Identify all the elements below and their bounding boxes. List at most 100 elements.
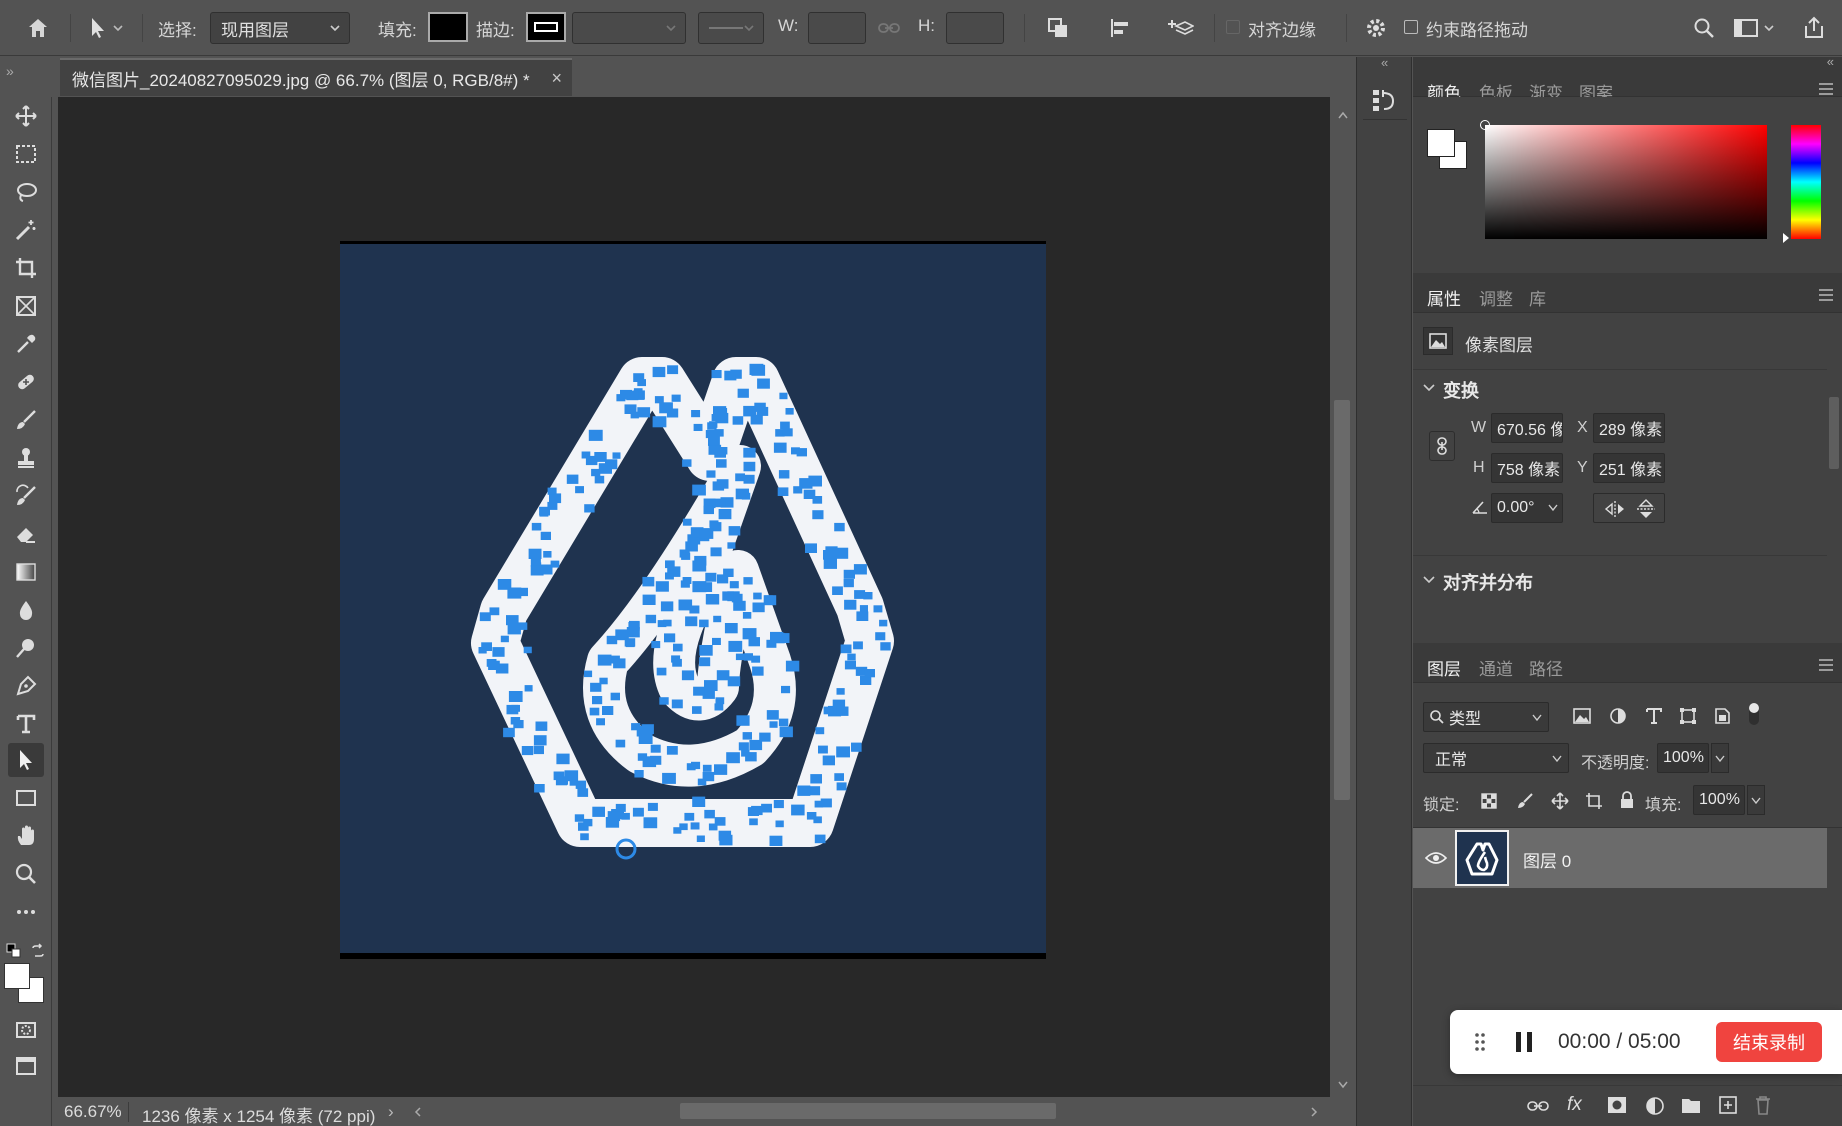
- anchor-point[interactable]: [506, 615, 519, 626]
- anchor-point[interactable]: [851, 743, 862, 752]
- anchor-point[interactable]: [699, 619, 709, 628]
- anchor-point[interactable]: [510, 717, 521, 725]
- anchor-point[interactable]: [853, 641, 863, 650]
- anchor-point[interactable]: [722, 591, 734, 601]
- anchor-point[interactable]: [715, 498, 726, 508]
- anchor-point[interactable]: [610, 655, 620, 664]
- anchor-point[interactable]: [766, 710, 779, 720]
- anchor-point[interactable]: [699, 645, 713, 656]
- w-field[interactable]: 670.56 像素: [1491, 413, 1563, 443]
- anchor-point[interactable]: [853, 564, 867, 575]
- anchor-point[interactable]: [588, 429, 603, 441]
- anchor-point[interactable]: [843, 578, 854, 588]
- anchor-point[interactable]: [847, 653, 856, 661]
- tab-adjustments[interactable]: 调整: [1479, 285, 1513, 310]
- opacity-field[interactable]: 100%: [1657, 743, 1709, 773]
- anchor-point[interactable]: [716, 670, 730, 681]
- blur-tool-icon[interactable]: [8, 593, 44, 627]
- zoom-tool-icon[interactable]: [8, 857, 44, 891]
- filter-smart-object-icon[interactable]: [1713, 707, 1731, 725]
- chevron-right-icon[interactable]: [1310, 1107, 1318, 1117]
- anchor-point[interactable]: [726, 752, 740, 764]
- anchor-point[interactable]: [592, 806, 605, 817]
- anchor-point[interactable]: [547, 501, 558, 510]
- anchor-point[interactable]: [778, 718, 789, 727]
- anchor-point[interactable]: [666, 408, 679, 418]
- anchor-point[interactable]: [710, 547, 722, 557]
- anchor-point[interactable]: [773, 800, 784, 809]
- anchor-point[interactable]: [778, 470, 790, 479]
- anchor-point[interactable]: [705, 572, 717, 582]
- anchor-point[interactable]: [605, 459, 618, 470]
- anchor-point[interactable]: [550, 560, 560, 568]
- logo-artwork[interactable]: [340, 241, 1046, 959]
- anchor-point[interactable]: [724, 623, 738, 634]
- anchor-point[interactable]: [489, 607, 500, 616]
- anchor-point[interactable]: [864, 669, 875, 678]
- anchor-point[interactable]: [743, 461, 756, 472]
- anchor-point[interactable]: [713, 406, 727, 417]
- anchor-point[interactable]: [479, 612, 491, 622]
- anchor-point[interactable]: [511, 704, 520, 712]
- anchor-point[interactable]: [637, 407, 651, 418]
- anchor-point[interactable]: [584, 670, 593, 678]
- chevron-down-icon[interactable]: [1338, 1081, 1348, 1089]
- anchor-point[interactable]: [738, 742, 749, 751]
- anchor-point[interactable]: [785, 408, 794, 415]
- anchor-point[interactable]: [823, 706, 834, 715]
- quick-mask-icon[interactable]: [8, 1013, 44, 1047]
- anchor-point[interactable]: [534, 784, 545, 793]
- anchor-point[interactable]: [652, 366, 666, 378]
- link-layers-icon[interactable]: [1527, 1100, 1549, 1112]
- lasso-tool-icon[interactable]: [8, 175, 44, 209]
- panel-menu-icon[interactable]: [1818, 659, 1834, 671]
- anchor-point[interactable]: [761, 803, 772, 813]
- anchor-point[interactable]: [642, 576, 655, 587]
- anchor-point[interactable]: [574, 814, 585, 822]
- anchor-point[interactable]: [663, 619, 672, 627]
- anchor-point[interactable]: [689, 605, 700, 614]
- anchor-point[interactable]: [822, 755, 835, 766]
- transform-section-title[interactable]: 变换: [1443, 377, 1479, 403]
- foreground-color-swatch[interactable]: [4, 963, 30, 989]
- collapse-toolbar-icon[interactable]: »: [6, 63, 14, 79]
- crop-tool-icon[interactable]: [8, 251, 44, 285]
- anchor-point[interactable]: [875, 632, 886, 641]
- anchor-point[interactable]: [806, 812, 817, 820]
- anchor-point[interactable]: [779, 726, 793, 738]
- anchor-point[interactable]: [873, 605, 883, 613]
- anchor-point[interactable]: [735, 473, 745, 482]
- anchor-point[interactable]: [743, 577, 753, 585]
- frame-tool-icon[interactable]: [8, 289, 44, 323]
- pause-icon[interactable]: [1512, 1030, 1536, 1054]
- anchor-point[interactable]: [659, 697, 669, 705]
- tab-properties[interactable]: 属性: [1427, 285, 1461, 310]
- anchor-point[interactable]: [547, 487, 557, 495]
- anchor-point[interactable]: [793, 486, 803, 494]
- anchor-point[interactable]: [805, 543, 817, 553]
- anchor-point[interactable]: [612, 452, 621, 459]
- anchor-point[interactable]: [564, 770, 579, 782]
- anchor-point[interactable]: [632, 807, 644, 817]
- anchor-point[interactable]: [834, 773, 844, 781]
- anchor-point[interactable]: [818, 745, 828, 754]
- filter-adjustment-icon[interactable]: [1609, 707, 1627, 725]
- anchor-point[interactable]: [742, 732, 752, 740]
- anchor-point[interactable]: [556, 753, 570, 765]
- anchor-point[interactable]: [716, 459, 727, 468]
- anchor-point[interactable]: [673, 827, 682, 834]
- anchor-point[interactable]: [749, 363, 764, 375]
- anchor-point[interactable]: [696, 835, 705, 843]
- anchor-point[interactable]: [636, 725, 650, 737]
- anchor-point[interactable]: [859, 605, 868, 612]
- stop-recording-button[interactable]: 结束录制: [1716, 1022, 1822, 1062]
- tab-channels[interactable]: 通道: [1479, 655, 1513, 680]
- anchor-point[interactable]: [577, 788, 589, 797]
- eraser-tool-icon[interactable]: [8, 517, 44, 551]
- anchor-point[interactable]: [642, 594, 656, 605]
- anchor-point[interactable]: [702, 771, 715, 782]
- anchor-point[interactable]: [782, 428, 793, 437]
- foreground-color-chip[interactable]: [1427, 129, 1455, 157]
- anchor-point[interactable]: [523, 646, 532, 654]
- anchor-point[interactable]: [521, 746, 534, 756]
